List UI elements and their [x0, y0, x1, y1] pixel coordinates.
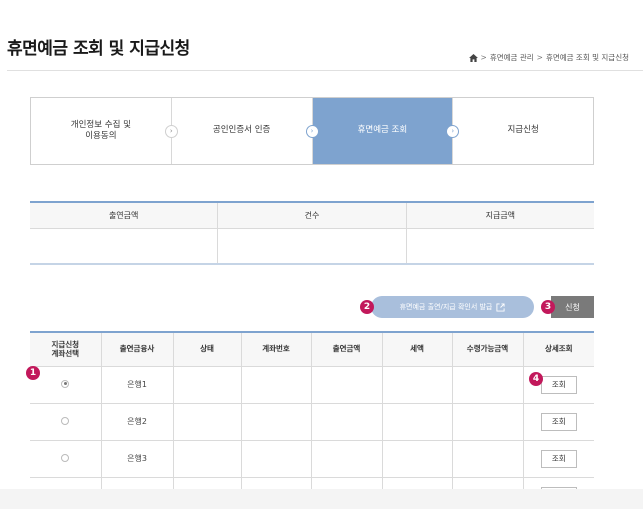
- column-header: 출연금융사: [101, 333, 174, 367]
- summary-cell: [30, 229, 219, 263]
- bank-cell: 은행3: [101, 440, 174, 478]
- tax-cell: [382, 366, 453, 404]
- column-header: 지급신청 계좌선택: [30, 333, 102, 367]
- breadcrumb-separator: >: [480, 53, 487, 62]
- detail-button[interactable]: 조회: [540, 412, 577, 431]
- account-list-table: 지급신청 계좌선택 출연금융사 상태 계좌번호 출연금액 세액 수령가능금액 상…: [30, 331, 594, 509]
- account-cell: [241, 440, 312, 478]
- annotation-badge: 1: [26, 366, 40, 380]
- annotation-badge: 2: [360, 300, 374, 314]
- account-radio[interactable]: [61, 379, 70, 388]
- annotation-badge: 4: [529, 372, 543, 386]
- issue-certificate-button[interactable]: 휴면예금 출연/지급 확인서 발급: [371, 296, 534, 318]
- breadcrumb-item[interactable]: 휴면예금 조회 및 지급신청: [546, 52, 629, 63]
- step-label: 공인인증서 인증: [212, 125, 271, 136]
- column-header: 세액: [382, 333, 453, 367]
- column-header: 출연금액: [311, 333, 383, 367]
- issue-certificate-label: 휴면예금 출연/지급 확인서 발급: [399, 303, 493, 311]
- table-header-row: 지급신청 계좌선택 출연금융사 상태 계좌번호 출연금액 세액 수령가능금액 상…: [30, 333, 594, 367]
- account-cell: [241, 403, 312, 441]
- step-label: 지급신청: [507, 125, 539, 136]
- step-consent: 개인정보 수집 및 이용동의 ›: [31, 98, 178, 164]
- summary-cell: [407, 229, 594, 263]
- amount-cell: [311, 403, 383, 441]
- account-radio[interactable]: [61, 453, 70, 462]
- column-header: 수령가능금액: [452, 333, 524, 367]
- receivable-cell: [452, 366, 524, 404]
- home-icon[interactable]: [468, 53, 478, 62]
- amount-cell: [311, 440, 383, 478]
- tax-cell: [382, 403, 453, 441]
- tax-cell: [382, 440, 453, 478]
- step-indicator: 개인정보 수집 및 이용동의 › 공인인증서 인증 › 휴면예금 조회 › 지급…: [30, 97, 594, 165]
- detail-button[interactable]: 조회: [540, 375, 577, 394]
- bottom-fade: [0, 489, 643, 509]
- breadcrumb: > 휴면예금 관리 > 휴면예금 조회 및 지급신청: [468, 52, 629, 63]
- status-cell: [173, 440, 242, 478]
- step-certificate: 공인인증서 인증 ›: [172, 98, 319, 164]
- chevron-right-icon: ›: [164, 125, 178, 138]
- select-cell: [30, 440, 102, 478]
- table-row: 은행1 조회: [30, 366, 594, 404]
- bank-cell: 은행1: [101, 366, 174, 404]
- select-cell: [30, 366, 102, 404]
- breadcrumb-item[interactable]: 휴면예금 관리: [490, 52, 534, 63]
- summary-table: 출연금액 건수 지급금액: [30, 201, 594, 265]
- column-header: 상태: [173, 333, 242, 367]
- apply-button[interactable]: 신청: [551, 296, 594, 318]
- title-divider: [7, 70, 643, 71]
- summary-header-row: 출연금액 건수 지급금액: [30, 203, 594, 229]
- status-cell: [173, 366, 242, 404]
- receivable-cell: [452, 440, 524, 478]
- detail-button[interactable]: 조회: [540, 449, 577, 468]
- receivable-cell: [452, 403, 524, 441]
- summary-data-row: [30, 229, 594, 263]
- status-cell: [173, 403, 242, 441]
- chevron-right-icon: ›: [305, 125, 319, 138]
- account-cell: [241, 366, 312, 404]
- page-title: 휴면예금 조회 및 지급신청: [7, 39, 190, 59]
- amount-cell: [311, 366, 383, 404]
- table-row: 은행3 조회: [30, 440, 594, 478]
- detail-cell: 조회: [523, 403, 594, 441]
- summary-header: 출연금액: [30, 203, 219, 229]
- summary-header: 건수: [218, 203, 407, 229]
- annotation-badge: 3: [541, 300, 555, 314]
- account-radio[interactable]: [61, 416, 70, 425]
- detail-cell: 조회: [523, 440, 594, 478]
- step-label: 개인정보 수집 및 이용동의: [70, 119, 131, 141]
- column-header: 상세조회: [523, 333, 594, 367]
- step-dormant-inquiry: 휴면예금 조회 ›: [312, 98, 460, 164]
- bank-cell: 은행2: [101, 403, 174, 441]
- external-link-icon: [496, 302, 505, 312]
- select-cell: [30, 403, 102, 441]
- breadcrumb-separator: >: [536, 53, 543, 62]
- step-label: 휴면예금 조회: [357, 125, 408, 136]
- summary-header: 지급금액: [406, 203, 594, 229]
- summary-cell: [218, 229, 407, 263]
- column-header: 계좌번호: [241, 333, 312, 367]
- step-payment-request: 지급신청: [453, 98, 593, 164]
- table-row: 은행2 조회: [30, 403, 594, 441]
